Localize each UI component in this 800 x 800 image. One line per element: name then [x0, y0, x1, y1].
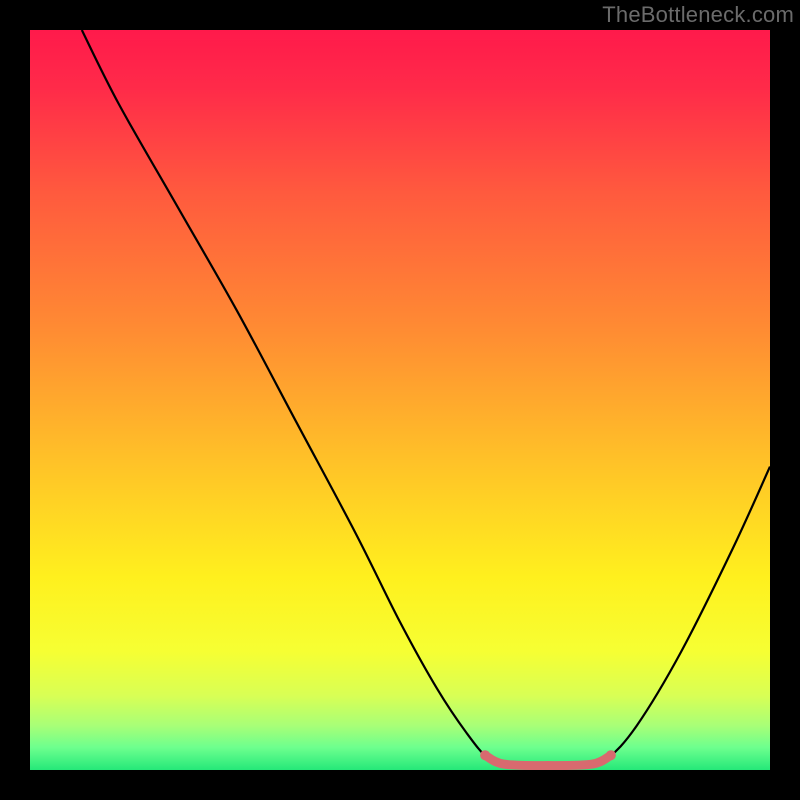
optimal-band-endpoint	[480, 750, 490, 760]
watermark-text: TheBottleneck.com	[602, 2, 794, 28]
optimal-band-endpoint	[606, 750, 616, 760]
chart-frame	[30, 30, 770, 770]
bottleneck-chart	[30, 30, 770, 770]
gradient-background	[30, 30, 770, 770]
